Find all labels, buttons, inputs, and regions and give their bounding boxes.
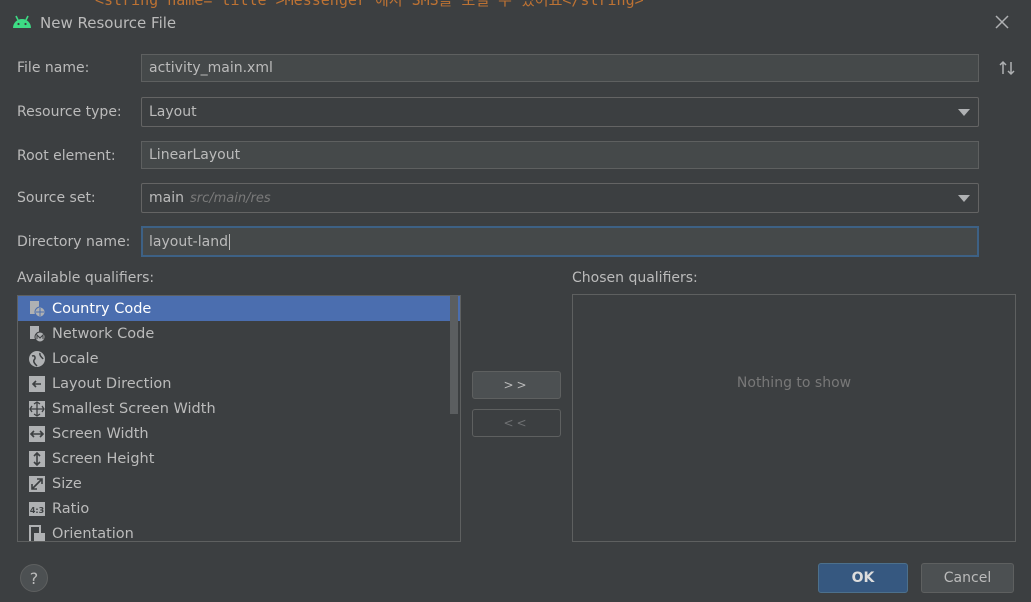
list-item-locale[interactable]: Locale xyxy=(18,346,460,371)
help-button[interactable]: ? xyxy=(20,564,48,592)
source-set-value: main xyxy=(149,190,184,206)
file-name-value: activity_main.xml xyxy=(149,60,273,76)
directory-name-label: Directory name: xyxy=(17,234,131,250)
network-code-icon xyxy=(30,325,46,342)
empty-list-text: Nothing to show xyxy=(736,375,852,391)
globe-icon xyxy=(29,350,45,367)
list-item-label: Country Code xyxy=(52,300,152,317)
list-scrollbar[interactable] xyxy=(450,296,458,414)
country-code-icon xyxy=(30,300,46,317)
size-icon xyxy=(29,475,45,492)
source-set-hint: src/main/res xyxy=(189,190,271,206)
root-element-value: LinearLayout xyxy=(149,147,241,163)
close-icon[interactable] xyxy=(993,13,1011,31)
layout-direction-icon xyxy=(29,375,45,392)
svg-text:4:3: 4:3 xyxy=(30,506,44,515)
screen-width-icon xyxy=(29,425,45,442)
list-item-orientation[interactable]: Orientation xyxy=(18,521,460,542)
list-item-label: Network Code xyxy=(52,325,155,342)
title-bar: <string name="title">Messenger 에서 SMS를 보… xyxy=(0,0,1031,44)
cancel-button[interactable]: Cancel xyxy=(921,563,1014,593)
list-item-label: Screen Height xyxy=(52,450,155,467)
list-item-screen-height[interactable]: Screen Height xyxy=(18,446,460,471)
resource-type-label: Resource type: xyxy=(17,104,122,120)
text-caret xyxy=(228,233,230,250)
dialog-title: New Resource File xyxy=(40,14,177,32)
list-item-label: Ratio xyxy=(52,500,90,517)
list-item-ratio[interactable]: 4:3 Ratio xyxy=(18,496,460,521)
list-item-screen-width[interactable]: Screen Width xyxy=(18,421,460,446)
chevron-down-icon xyxy=(958,109,970,116)
chosen-qualifiers-list[interactable]: Nothing to show xyxy=(572,294,1016,542)
source-set-select[interactable]: main src/main/res xyxy=(141,183,979,213)
chevron-down-icon xyxy=(958,195,970,202)
available-qualifiers-label: Available qualifiers: xyxy=(17,270,155,286)
remove-qualifier-button[interactable]: << xyxy=(472,409,561,437)
list-item-network-code[interactable]: Network Code xyxy=(18,321,460,346)
list-item-label: Layout Direction xyxy=(52,375,172,392)
screen-height-icon xyxy=(29,450,45,467)
list-item-label: Locale xyxy=(52,350,99,367)
list-item-label: Orientation xyxy=(52,525,134,542)
orientation-icon xyxy=(29,524,45,541)
directory-name-field[interactable]: layout-land xyxy=(141,226,979,257)
chosen-qualifiers-label: Chosen qualifiers: xyxy=(572,270,698,286)
list-item-layout-direction[interactable]: Layout Direction xyxy=(18,371,460,396)
list-item-label: Smallest Screen Width xyxy=(52,400,216,417)
android-icon xyxy=(13,15,31,28)
ok-button[interactable]: OK xyxy=(818,563,908,593)
list-item-smallest-screen-width[interactable]: Smallest Screen Width xyxy=(18,396,460,421)
smallest-width-icon xyxy=(29,400,45,417)
available-qualifiers-list[interactable]: Country Code Network Code Locale Layout … xyxy=(17,295,461,542)
list-item-country-code[interactable]: Country Code xyxy=(18,296,460,321)
list-item-label: Size xyxy=(52,475,82,492)
directory-name-value: layout-land xyxy=(149,233,228,250)
file-name-field[interactable]: activity_main.xml xyxy=(141,54,979,82)
ratio-icon: 4:3 xyxy=(29,501,45,516)
sort-icon[interactable] xyxy=(998,59,1016,77)
root-element-label: Root element: xyxy=(17,148,116,164)
file-name-label: File name: xyxy=(17,60,90,76)
list-item-label: Screen Width xyxy=(52,425,149,442)
list-item-size[interactable]: Size xyxy=(18,471,460,496)
resource-type-value: Layout xyxy=(149,104,197,120)
source-set-label: Source set: xyxy=(17,190,96,206)
resource-type-select[interactable]: Layout xyxy=(141,97,979,127)
background-code: <string name="title">Messenger 에서 SMS를 보… xyxy=(95,0,644,9)
root-element-field[interactable]: LinearLayout xyxy=(141,141,979,169)
add-qualifier-button[interactable]: >> xyxy=(472,371,561,399)
